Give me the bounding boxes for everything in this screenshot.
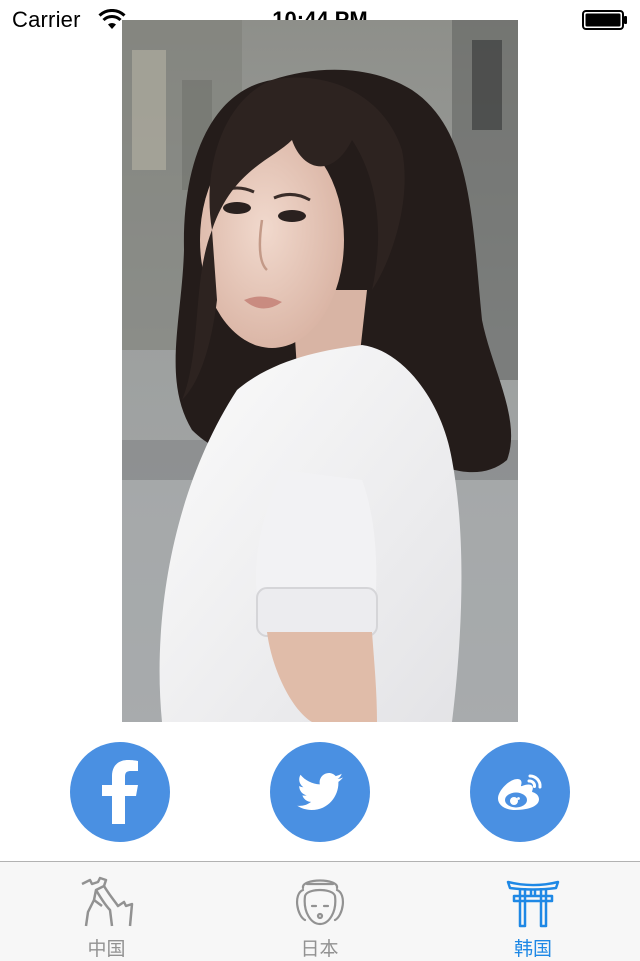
tab-korea[interactable]: 韩国 [426,862,640,961]
tab-china[interactable]: 中国 [0,862,213,961]
tab-korea-label: 韩国 [513,939,552,960]
portrait-photo-drawing [122,20,518,722]
great-wall-icon [80,876,133,927]
tab-japan-label: 日本 [300,939,339,960]
tab-china-label: 中国 [87,939,126,960]
facebook-share-button[interactable] [70,742,170,842]
twitter-icon [297,773,343,810]
facebook-icon [102,760,138,824]
twitter-share-button[interactable] [270,742,370,842]
tab-bar: 中国 日本 韩国 [0,861,640,961]
weibo-icon [498,774,542,810]
portrait-photo [122,20,518,722]
tab-japan[interactable]: 日本 [213,862,426,961]
geisha-icon [295,879,344,926]
torii-gate-icon [506,880,560,928]
battery-icon [582,10,627,30]
weibo-share-button[interactable] [470,742,570,842]
